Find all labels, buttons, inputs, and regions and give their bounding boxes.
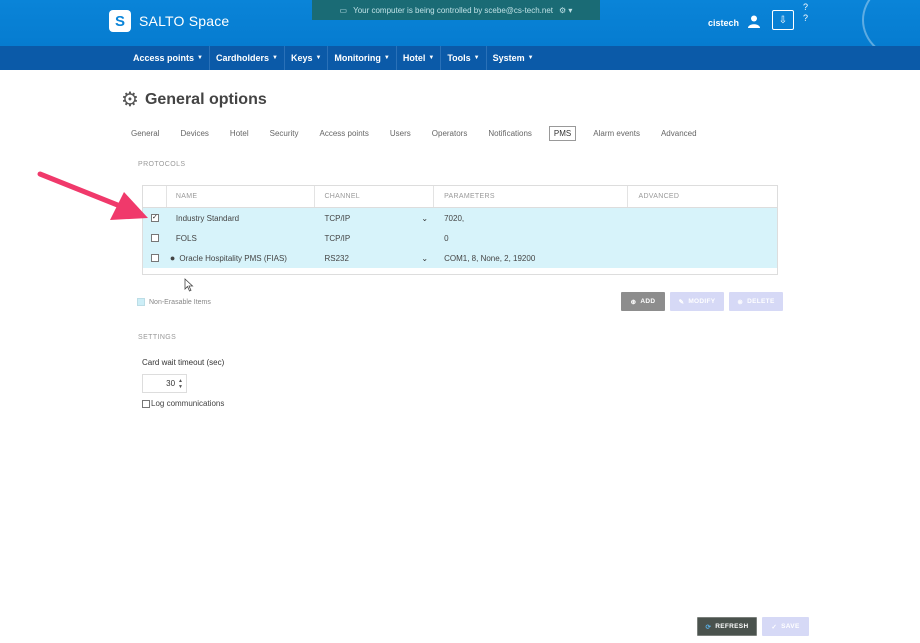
tab-general[interactable]: General: [127, 127, 163, 140]
tab-security[interactable]: Security: [266, 127, 303, 140]
plus-circle-icon: ⊕: [630, 298, 637, 306]
app-logo[interactable]: S SALTO Space: [109, 10, 229, 32]
bullet-icon: ●: [169, 253, 176, 263]
tab-devices[interactable]: Devices: [176, 127, 212, 140]
nav-tools[interactable]: Tools ▼: [440, 46, 485, 70]
protocol-parameters: 0: [444, 233, 449, 243]
protocols-table: NAME CHANNEL PARAMETERS ADVANCED ✓ Indus…: [142, 185, 778, 275]
card-wait-stepper[interactable]: 30 ▲ ▼: [142, 374, 187, 393]
channel-value: TCP/IP: [324, 233, 351, 243]
legend: Non-Erasable Items: [137, 298, 211, 306]
remote-banner-text: Your computer is being controlled by sce…: [353, 5, 554, 15]
nav-monitoring[interactable]: Monitoring ▼: [327, 46, 395, 70]
protocol-parameters: 7020,: [444, 213, 465, 223]
tab-pms[interactable]: PMS: [548, 125, 577, 141]
chevron-down-icon: ⌄: [421, 213, 429, 223]
check-icon: ✓: [771, 623, 778, 631]
refresh-button[interactable]: ⟳ REFRESH: [697, 617, 757, 636]
column-header-channel[interactable]: CHANNEL: [315, 186, 435, 207]
protocol-parameters: COM1, 8, None, 2, 19200: [444, 253, 536, 263]
user-icon: [747, 14, 761, 31]
options-tabs: General Devices Hotel Security Access po…: [127, 124, 714, 142]
pencil-icon: ✎: [678, 298, 685, 306]
nav-cardholders[interactable]: Cardholders ▼: [208, 46, 284, 70]
chevron-down-icon: ▼: [428, 55, 435, 61]
chevron-down-icon: ▼: [315, 55, 322, 61]
card-wait-label: Card wait timeout (sec): [142, 358, 225, 367]
tab-users[interactable]: Users: [386, 127, 415, 140]
nav-access-points[interactable]: Access points ▼: [127, 46, 209, 70]
user-menu[interactable]: cistech: [708, 14, 761, 31]
download-icon[interactable]: ⇩: [772, 10, 794, 30]
tab-advanced[interactable]: Advanced: [657, 127, 701, 140]
settings-icon[interactable]: ⚙ ▾: [559, 6, 572, 15]
stepper-arrows-icon[interactable]: ▲ ▼: [178, 378, 183, 390]
protocols-section-label: PROTOCOLS: [138, 161, 186, 168]
table-header: NAME CHANNEL PARAMETERS ADVANCED: [143, 186, 777, 208]
x-circle-icon: ⊗: [737, 298, 744, 306]
legend-swatch: [137, 298, 145, 306]
channel-select[interactable]: RS232 ⌄: [315, 248, 434, 268]
refresh-icon: ⟳: [705, 623, 712, 631]
protocol-name: Industry Standard: [175, 213, 240, 223]
page-title: ⚙ General options: [121, 89, 267, 111]
gear-icon: ⚙: [121, 89, 139, 111]
tab-hotel[interactable]: Hotel: [226, 127, 253, 140]
chevron-down-icon: ▼: [197, 55, 203, 61]
logo-icon: S: [109, 10, 131, 32]
chevron-down-icon: ▼: [473, 55, 480, 61]
main-nav: Access points ▼ Cardholders ▼ Keys ▼ Monito…: [0, 46, 920, 70]
add-button[interactable]: ⊕ ADD: [621, 292, 665, 311]
help-icon[interactable]: ? ?: [803, 2, 808, 24]
tab-access-points[interactable]: Access points: [316, 127, 373, 140]
nav-hotel[interactable]: Hotel ▼: [395, 46, 440, 70]
legend-label: Non-Erasable Items: [149, 298, 211, 306]
column-header-name[interactable]: NAME: [167, 186, 316, 207]
protocol-name: Oracle Hospitality PMS (FIAS): [179, 253, 287, 263]
tab-operators[interactable]: Operators: [428, 127, 472, 140]
remote-control-banner: ▭ Your computer is being controlled by s…: [312, 0, 600, 20]
log-communications-label: Log communications: [151, 399, 225, 408]
settings-section-label: SETTINGS: [138, 334, 177, 341]
top-header: S SALTO Space ▭ Your computer is being c…: [0, 0, 920, 60]
channel-select[interactable]: TCP/IP ⌄: [315, 208, 434, 228]
tab-alarm-events[interactable]: Alarm events: [589, 127, 644, 140]
row-checkbox[interactable]: [150, 234, 159, 242]
modify-button[interactable]: ✎ MODIFY: [670, 292, 724, 311]
monitor-icon: ▭: [339, 5, 348, 15]
username: cistech: [708, 17, 740, 28]
mouse-cursor-icon: [184, 278, 194, 292]
log-communications-checkbox[interactable]: Log communications: [142, 399, 224, 408]
protocol-name: FOLS: [175, 233, 197, 243]
delete-button[interactable]: ⊗ DELETE: [729, 292, 783, 311]
column-header-parameters[interactable]: PARAMETERS: [434, 186, 629, 207]
checkbox[interactable]: [142, 399, 150, 408]
table-row[interactable]: FOLS TCP/IP 0: [143, 228, 777, 248]
chevron-down-icon: ⌄: [421, 253, 429, 263]
chevron-down-icon: ▼: [383, 55, 390, 61]
chevron-down-icon: ▼: [527, 55, 534, 61]
table-row[interactable]: ✓ Industry Standard TCP/IP ⌄ 7020,: [143, 208, 777, 228]
row-checkbox[interactable]: [150, 254, 159, 262]
app-name: SALTO Space: [139, 13, 230, 29]
nav-system[interactable]: System ▼: [485, 46, 540, 70]
save-button[interactable]: ✓ SAVE: [762, 617, 809, 636]
column-header-advanced[interactable]: ADVANCED: [628, 186, 777, 207]
nav-keys[interactable]: Keys ▼: [283, 46, 327, 70]
chevron-down-icon: ▼: [272, 55, 278, 61]
card-wait-value: 30: [166, 379, 176, 388]
tab-notifications[interactable]: Notifications: [484, 127, 536, 140]
annotation-arrow-icon: [37, 171, 148, 220]
table-row[interactable]: ● Oracle Hospitality PMS (FIAS) RS232 ⌄ CO…: [143, 248, 777, 268]
